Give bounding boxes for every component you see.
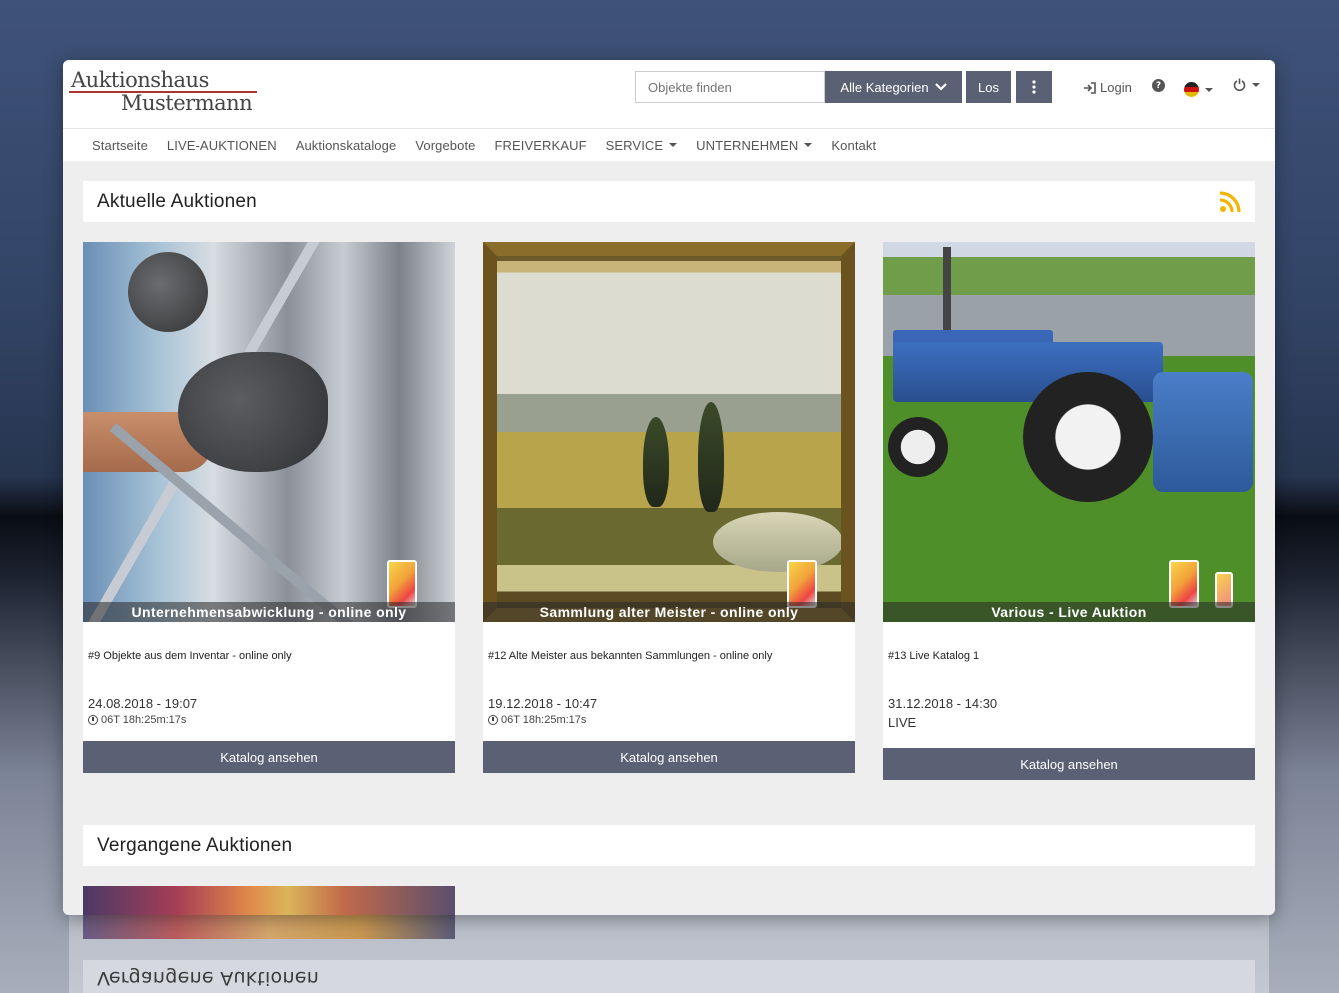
auction-image[interactable]: Sammlung alter Meister - online only (483, 242, 855, 622)
reflection-title: Vergangene Auktionen (97, 967, 320, 989)
logo-line2: Mustermann (121, 91, 253, 115)
glove-shape (128, 252, 208, 332)
auction-description: #9 Objekte aus dem Inventar - online onl… (88, 650, 292, 662)
logo[interactable]: Auktionshaus Mustermann (69, 68, 259, 116)
auction-date: 24.08.2018 - 19:07 (88, 696, 198, 711)
nav-item-unternehmen[interactable]: UNTERNEHMEN (696, 138, 812, 153)
more-options-button[interactable] (1016, 71, 1052, 103)
glove-shape (178, 352, 328, 472)
wheel-shape (888, 417, 948, 477)
past-auction-image[interactable] (83, 886, 455, 915)
view-catalog-button[interactable]: Katalog ansehen (83, 741, 455, 773)
power-menu[interactable] (1233, 78, 1260, 91)
auction-card: Various - Live Auktion #13 Live Katalog … (883, 242, 1255, 780)
vertical-dots-icon (1032, 80, 1036, 94)
auction-caption: Unternehmensabwicklung - online only (83, 602, 455, 622)
nav-item-unternehmen-label: UNTERNEHMEN (696, 137, 799, 153)
nav-item-vorgebote[interactable]: Vorgebote (415, 138, 475, 153)
nav-item-startseite[interactable]: Startseite (92, 138, 148, 153)
catalog-badge-icon (787, 560, 817, 608)
power-icon (1233, 78, 1246, 91)
countdown-timer: 06T 18h:25m:17s (83, 711, 455, 726)
search-input[interactable] (635, 71, 825, 103)
catalog-badge-icon (1169, 560, 1199, 608)
view-catalog-button[interactable]: Katalog ansehen (883, 748, 1255, 780)
auction-image[interactable]: Various - Live Auktion (883, 242, 1255, 622)
countdown-text: 06T 18h:25m:17s (501, 714, 587, 726)
tree-shape (698, 402, 724, 512)
view-catalog-button[interactable]: Katalog ansehen (483, 741, 855, 773)
main-content: Aktuelle Auktionen Unternehmensabwicklun… (63, 161, 1275, 915)
caret-down-icon (1252, 82, 1260, 87)
chevron-down-icon (934, 83, 947, 91)
nav-item-auktionskataloge[interactable]: Auktionskataloge (296, 138, 397, 153)
auction-description: #12 Alte Meister aus bekannten Sammlunge… (488, 650, 773, 662)
caret-down-icon (1205, 87, 1213, 92)
auction-description: #13 Live Katalog 1 (888, 650, 980, 662)
section-title: Aktuelle Auktionen (97, 190, 257, 212)
auction-card: Sammlung alter Meister - online only #12… (483, 242, 855, 773)
water-shape (713, 512, 843, 572)
nav-item-service-label: SERVICE (605, 137, 664, 153)
nav-item-service[interactable]: SERVICE (606, 138, 678, 153)
category-label: Alle Kategorien (840, 79, 929, 95)
category-dropdown[interactable]: Alle Kategorien (825, 71, 962, 103)
auction-date: 19.12.2018 - 10:47 (488, 696, 598, 711)
nav-item-kontakt[interactable]: Kontakt (831, 138, 876, 153)
logo-line1: Auktionshaus (71, 68, 209, 92)
countdown-text: 06T 18h:25m:17s (101, 714, 187, 726)
catalog-badge-icon (387, 560, 417, 608)
implement-shape (1153, 372, 1253, 492)
auction-date: 31.12.2018 - 14:30 (888, 696, 998, 711)
clock-icon (88, 715, 98, 725)
auction-card: Unternehmensabwicklung - online only #9 … (83, 242, 455, 773)
auction-caption: Various - Live Auktion (883, 602, 1255, 622)
login-label: Login (1100, 80, 1132, 95)
search-go-button[interactable]: Los (966, 71, 1011, 103)
german-flag-icon (1184, 82, 1199, 97)
main-nav: Startseite LIVE-AUKTIONEN Auktionskatalo… (63, 128, 1275, 161)
reflection-image (83, 915, 455, 939)
auction-status: LIVE (888, 715, 917, 730)
nav-item-freiverkauf[interactable]: FREIVERKAUF (495, 138, 587, 153)
past-auctions-header: Vergangene Auktionen (83, 825, 1255, 866)
sign-in-icon (1084, 81, 1096, 94)
auction-caption: Sammlung alter Meister - online only (483, 602, 855, 622)
countdown-timer: 06T 18h:25m:17s (483, 711, 855, 726)
clock-icon (488, 715, 498, 725)
current-auctions-header: Aktuelle Auktionen (83, 181, 1255, 222)
wheel-shape (1023, 372, 1153, 502)
auction-image[interactable]: Unternehmensabwicklung - online only (83, 242, 455, 622)
language-selector[interactable] (1184, 82, 1213, 97)
browser-window: Auktionshaus Mustermann Alle Kategorien … (63, 60, 1275, 915)
section-title: Vergangene Auktionen (97, 834, 293, 856)
rss-icon[interactable] (1219, 191, 1241, 213)
help-icon[interactable]: ? (1152, 79, 1165, 92)
exhaust-shape (943, 247, 951, 337)
login-link[interactable]: Login (1083, 80, 1132, 95)
nav-item-live-auktionen[interactable]: LIVE-AUKTIONEN (167, 138, 277, 153)
window-reflection: Vergangene Auktionen (69, 915, 1269, 993)
tree-shape (643, 417, 669, 507)
header: Auktionshaus Mustermann Alle Kategorien … (63, 60, 1275, 128)
